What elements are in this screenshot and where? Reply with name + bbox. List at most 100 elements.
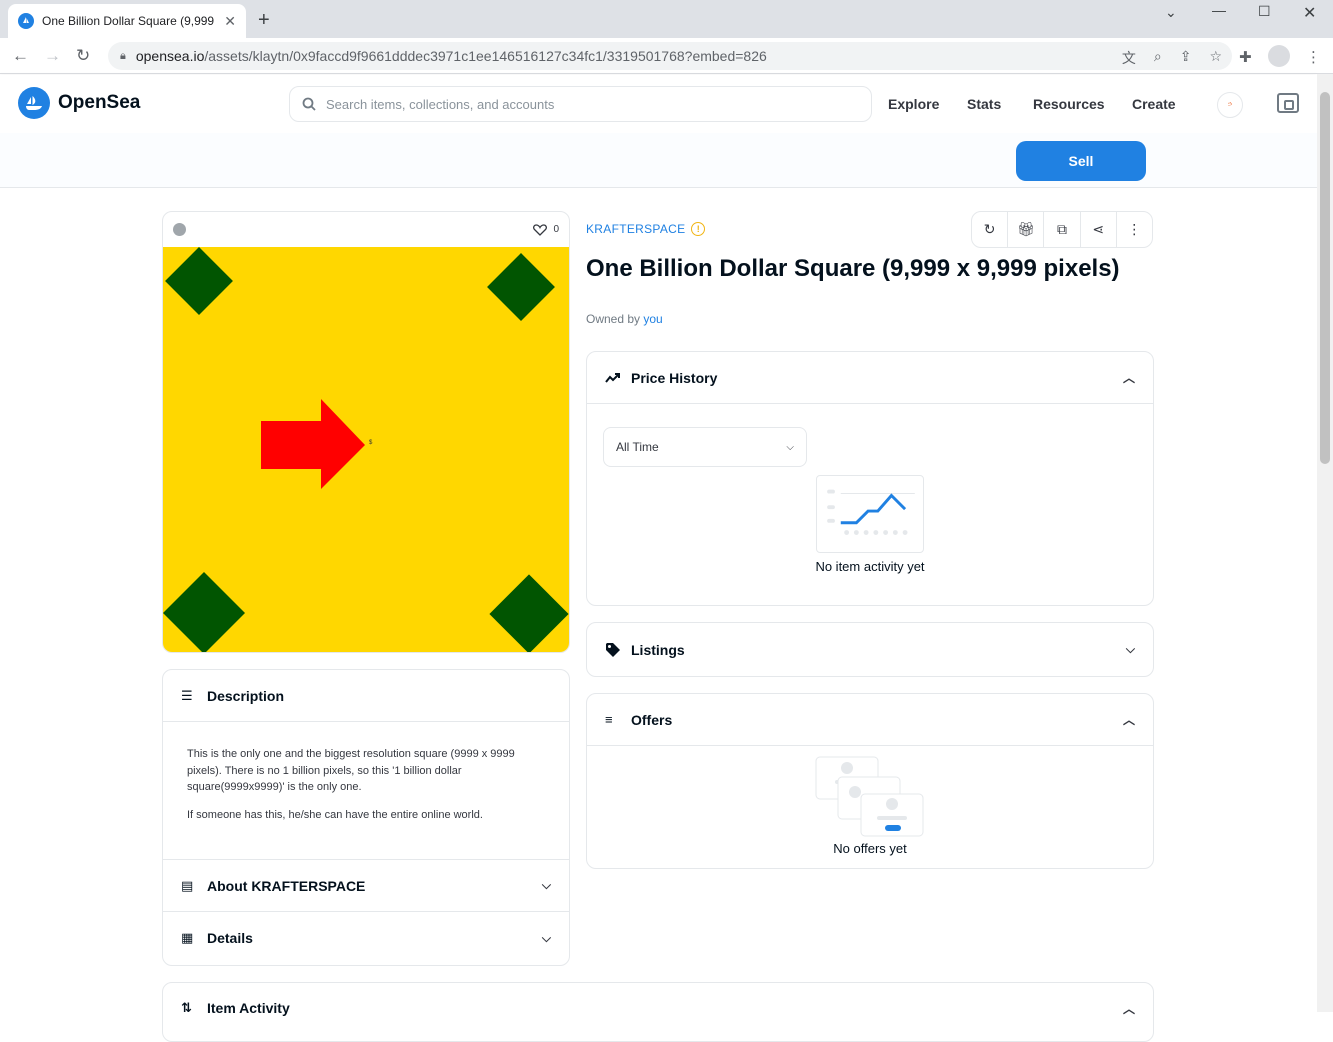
external-link-icon[interactable]: ⧉: [1044, 212, 1081, 247]
corner-diamond: [163, 571, 246, 652]
list-icon: ≡: [605, 712, 613, 727]
offers-heading: Offers: [631, 711, 673, 728]
sell-button[interactable]: Sell: [1016, 141, 1146, 181]
translate-icon[interactable]: ⽂: [1122, 48, 1136, 68]
opensea-logo-icon: [18, 87, 50, 119]
scrollbar-thumb[interactable]: [1320, 92, 1330, 464]
back-icon[interactable]: ←: [12, 46, 29, 66]
new-tab-icon[interactable]: +: [258, 9, 270, 32]
refresh-icon[interactable]: ↻: [972, 212, 1009, 247]
description-paragraph: If someone has this, he/she can have the…: [187, 808, 483, 821]
chevron-up-icon: ︿: [1122, 713, 1135, 727]
tab-title: One Billion Dollar Square (9,999: [42, 14, 215, 28]
trending-icon: [605, 372, 620, 383]
nft-image[interactable]: $: [163, 247, 569, 652]
site-header: OpenSea Explore Stats Resources Create ኃ: [0, 75, 1317, 133]
browser-toolbar: ← → ↻ 🔒︎ opensea.io /assets/klaytn/0x9fa…: [0, 38, 1333, 74]
transfer-gift-icon[interactable]: 🎁︎: [1008, 212, 1045, 247]
chevron-up-icon: ︿: [1122, 371, 1135, 385]
price-history-heading: Price History: [631, 369, 718, 386]
address-bar[interactable]: 🔒︎ opensea.io /assets/klaytn/0x9faccd9f9…: [108, 42, 1232, 70]
description-heading: Description: [207, 687, 285, 704]
time-range-value: All Time: [616, 440, 659, 454]
time-range-select[interactable]: All Time ⌵: [603, 427, 807, 467]
collection-name: KRAFTERSPACE: [586, 222, 686, 236]
user-avatar[interactable]: ኃ: [1217, 92, 1243, 118]
profile-avatar[interactable]: [1268, 45, 1290, 67]
owned-by-label: Owned by: [586, 312, 641, 326]
lines-icon: ☰: [181, 687, 193, 703]
tab-search-icon[interactable]: ⌄: [1165, 4, 1177, 21]
price-history-card: Price History ︿ All Time ⌵ No item activ…: [586, 351, 1154, 606]
chrome-menu-icon[interactable]: ⋮: [1306, 48, 1321, 66]
wallet-icon[interactable]: [1277, 93, 1299, 113]
close-tab-icon[interactable]: ✕: [224, 13, 236, 30]
close-window-icon[interactable]: ✕: [1303, 3, 1316, 23]
share-icon[interactable]: ⋖: [1081, 212, 1117, 247]
browser-tab[interactable]: One Billion Dollar Square (9,999 ✕: [8, 4, 246, 38]
collection-link[interactable]: KRAFTERSPACE !: [586, 222, 706, 236]
empty-offers-illustration: [815, 756, 924, 837]
opensea-logo[interactable]: OpenSea: [18, 87, 140, 119]
chevron-down-icon: ⌵: [786, 441, 794, 453]
red-arrow-icon: [261, 399, 365, 489]
details-toggle[interactable]: ▦ Details ⌵: [163, 912, 569, 964]
corner-diamond: [487, 253, 555, 321]
browser-tabbar: One Billion Dollar Square (9,999 ✕ + ⌄ —…: [0, 0, 1333, 38]
listings-toggle[interactable]: Listings ⌵: [587, 623, 1153, 676]
dollar-sign-label: $: [369, 440, 373, 446]
item-activity-toggle[interactable]: ⇅ Item Activity ︿: [163, 983, 1153, 1033]
maximize-icon[interactable]: ☐: [1258, 3, 1271, 20]
nav-create[interactable]: Create: [1132, 96, 1176, 112]
lock-icon: 🔒︎: [120, 49, 126, 62]
about-collection-toggle[interactable]: ▤ About KRAFTERSPACE ⌵: [163, 860, 569, 912]
search-input[interactable]: [326, 96, 826, 112]
url-path: /assets/klaytn/0x9faccd9f9661dddec3971c1…: [204, 48, 767, 64]
zoom-icon[interactable]: ⌕: [1154, 48, 1162, 68]
empty-offers-text: No offers yet: [833, 841, 907, 856]
asset-actions: ↻ 🎁︎ ⧉ ⋖ ⋮: [971, 211, 1153, 248]
chevron-down-icon: ⌵: [541, 930, 551, 945]
opensea-favicon-icon: [18, 13, 34, 29]
brand-name: OpenSea: [58, 92, 141, 113]
share-icon[interactable]: ⇪: [1180, 48, 1192, 68]
url-domain: opensea.io: [135, 48, 205, 64]
tag-icon: [606, 642, 620, 657]
offers-toggle[interactable]: ≡ Offers ︿: [587, 694, 1153, 746]
more-options-icon[interactable]: ⋮: [1117, 212, 1152, 247]
description-paragraph: This is the only one and the biggest res…: [187, 748, 515, 793]
details-heading: Details: [207, 930, 253, 946]
chevron-down-icon: ⌵: [1125, 642, 1135, 656]
description-card: ☰ Description This is the only one and t…: [162, 669, 570, 966]
forward-icon[interactable]: →: [44, 46, 61, 66]
extensions-icon[interactable]: ✚: [1239, 48, 1252, 66]
owned-by: Owned by you: [586, 312, 663, 326]
chevron-down-icon: ⌵: [541, 878, 551, 892]
bookmark-star-icon[interactable]: ☆: [1209, 48, 1222, 68]
listings-heading: Listings: [631, 641, 685, 658]
search-bar[interactable]: [289, 86, 872, 122]
owner-link[interactable]: you: [643, 312, 662, 326]
reload-icon[interactable]: ↻: [76, 46, 90, 66]
details-icon: ▦: [181, 930, 194, 945]
corner-diamond: [489, 574, 569, 652]
collection-icon: ▤: [181, 877, 194, 893]
item-activity-heading: Item Activity: [207, 1000, 290, 1016]
owner-action-bar: Sell: [0, 133, 1317, 188]
minimize-icon[interactable]: —: [1212, 2, 1226, 18]
asset-title: One Billion Dollar Square (9,999 x 9,999…: [586, 255, 1120, 282]
listings-card: Listings ⌵: [586, 622, 1154, 677]
nav-stats[interactable]: Stats: [967, 96, 1001, 112]
favorite-count: 0: [553, 224, 559, 235]
nav-explore[interactable]: Explore: [888, 96, 939, 112]
empty-chart-illustration: [816, 475, 924, 553]
klaytn-chain-icon: [173, 223, 186, 236]
heart-icon[interactable]: [533, 223, 548, 236]
description-body: This is the only one and the biggest res…: [163, 722, 569, 860]
price-history-toggle[interactable]: Price History ︿: [587, 352, 1153, 404]
item-activity-card: ⇅ Item Activity ︿: [162, 982, 1154, 1042]
corner-diamond: [165, 247, 233, 315]
asset-image-card: 0 $: [162, 211, 570, 653]
swap-arrows-icon: ⇅: [181, 1000, 192, 1015]
nav-resources[interactable]: Resources: [1033, 96, 1105, 112]
